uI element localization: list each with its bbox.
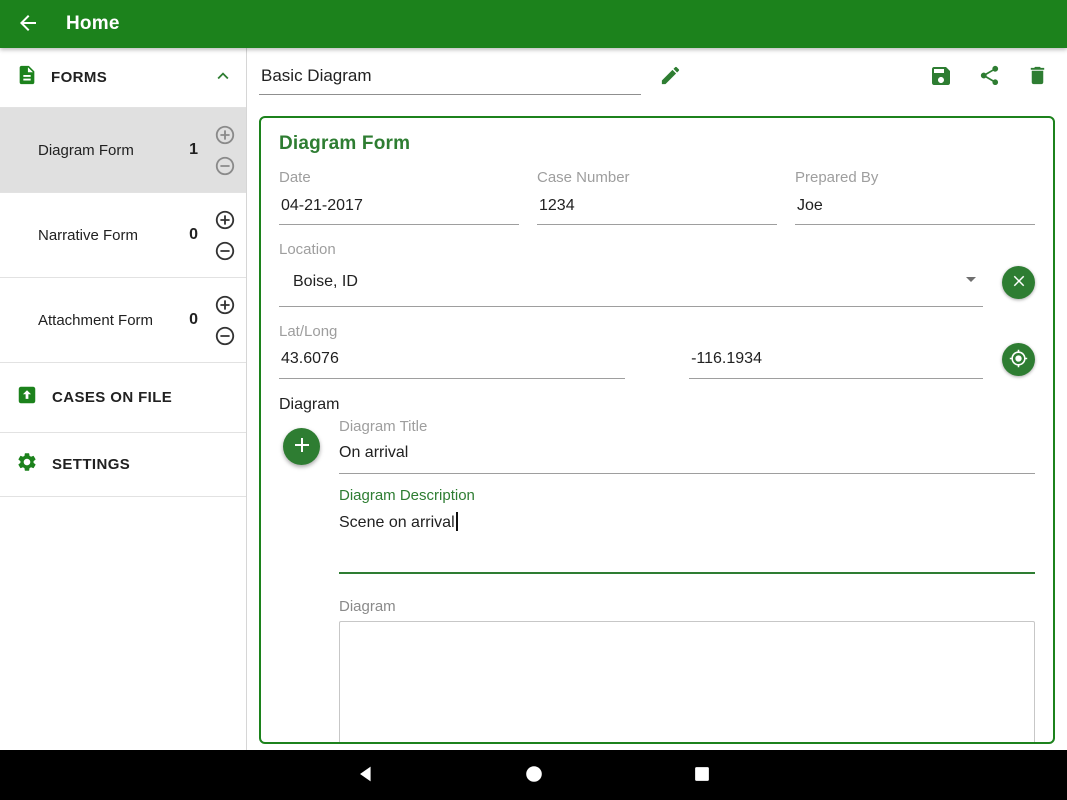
settings-label: SETTINGS	[52, 456, 130, 473]
nav-recents-button[interactable]	[691, 763, 713, 788]
remove-instance-button[interactable]	[214, 155, 236, 177]
sidebar-item-cases-on-file[interactable]: CASES ON FILE	[0, 362, 246, 432]
location-dropdown[interactable]: Boise, ID	[279, 258, 983, 307]
date-field[interactable]: Date 04-21-2017	[279, 169, 519, 225]
case-number-value[interactable]: 1234	[537, 186, 777, 225]
add-instance-button[interactable]	[214, 124, 236, 146]
nav-home-button[interactable]	[523, 763, 545, 788]
sidebar-item-attachment-form[interactable]: Attachment Form 0	[0, 277, 246, 362]
close-icon	[1010, 272, 1028, 293]
date-value[interactable]: 04-21-2017	[279, 186, 519, 225]
content-area: Diagram Form Date 04-21-2017 Case Number…	[247, 48, 1067, 750]
nav-back-triangle-icon	[355, 763, 377, 788]
prepared-by-label: Prepared By	[795, 169, 1035, 186]
pencil-icon	[659, 64, 682, 90]
location-label: Location	[279, 241, 1035, 258]
latitude-value[interactable]: 43.6076	[279, 340, 625, 379]
diagram-group: Diagram Title On arrival Diagram Descrip…	[279, 418, 1035, 744]
diagram-title-label: Diagram Title	[339, 418, 1035, 435]
sidebar-section-forms[interactable]: FORMS	[0, 48, 246, 107]
diagram-entry: Diagram Title On arrival Diagram Descrip…	[339, 418, 1035, 744]
add-instance-button[interactable]	[214, 209, 236, 231]
case-number-field[interactable]: Case Number 1234	[537, 169, 777, 225]
share-button[interactable]	[978, 64, 1001, 90]
document-icon	[16, 64, 38, 91]
nav-back-button[interactable]	[355, 763, 377, 788]
sidebar-item-label: Diagram Form	[38, 142, 189, 159]
text-cursor	[456, 512, 458, 531]
sidebar-item-diagram-form[interactable]: Diagram Form 1	[0, 107, 246, 192]
prepared-by-value[interactable]: Joe	[795, 186, 1035, 225]
forms-header-label: FORMS	[51, 69, 199, 86]
diagram-title-value[interactable]: On arrival	[339, 435, 1035, 474]
cases-upload-icon	[16, 384, 38, 411]
plus-icon	[290, 433, 314, 460]
main-area: FORMS Diagram Form 1	[0, 48, 1067, 750]
diagram-description-label: Diagram Description	[339, 487, 1035, 504]
trash-icon	[1026, 64, 1049, 90]
sidebar-item-label: Attachment Form	[38, 312, 189, 329]
location-row: Boise, ID	[279, 258, 1035, 307]
form-instance-count: 0	[189, 311, 198, 329]
location-value: Boise, ID	[293, 273, 959, 291]
app-root: Home FORMS Diagram Form 1	[0, 0, 1067, 800]
rename-button[interactable]	[659, 64, 682, 90]
form-title: Diagram Form	[279, 133, 1035, 155]
gps-locate-button[interactable]	[1002, 343, 1035, 376]
diagram-canvas[interactable]	[339, 621, 1035, 744]
delete-button[interactable]	[1026, 64, 1049, 90]
save-button[interactable]	[929, 64, 953, 91]
minus-circle-icon	[214, 240, 236, 262]
chevron-down-icon	[959, 267, 983, 296]
diagram-canvas-label: Diagram	[339, 598, 1035, 615]
page-title: Home	[66, 13, 120, 35]
back-button[interactable]	[16, 11, 40, 38]
sidebar-item-settings[interactable]: SETTINGS	[0, 432, 246, 497]
remove-instance-button[interactable]	[214, 240, 236, 262]
diagram-section-label: Diagram	[279, 396, 1035, 414]
clear-location-button[interactable]	[1002, 266, 1035, 299]
collapse-forms-button[interactable]	[212, 65, 234, 90]
save-icon	[929, 64, 953, 91]
plus-circle-icon	[214, 209, 236, 231]
form-instance-count: 0	[189, 226, 198, 244]
cases-label: CASES ON FILE	[52, 389, 172, 406]
sidebar-item-label: Narrative Form	[38, 227, 189, 244]
form-toolbar	[247, 48, 1067, 106]
add-diagram-button[interactable]	[283, 428, 320, 465]
arrow-back-icon	[16, 11, 40, 38]
chevron-up-icon	[212, 65, 234, 90]
remove-instance-button[interactable]	[214, 325, 236, 347]
plus-circle-icon	[214, 294, 236, 316]
form-name-input[interactable]	[259, 60, 641, 95]
date-label: Date	[279, 169, 519, 186]
minus-circle-icon	[214, 155, 236, 177]
gear-icon	[16, 451, 38, 478]
my-location-icon	[1009, 349, 1028, 371]
app-bar: Home	[0, 0, 1067, 48]
form-instance-count: 1	[189, 141, 198, 159]
minus-circle-icon	[214, 325, 236, 347]
diagram-description-input[interactable]: Scene on arrival	[339, 504, 1035, 574]
plus-circle-icon	[214, 124, 236, 146]
field-row: Date 04-21-2017 Case Number 1234 Prepare…	[279, 169, 1035, 225]
nav-recents-square-icon	[691, 763, 713, 788]
diagram-form-panel: Diagram Form Date 04-21-2017 Case Number…	[259, 116, 1055, 744]
case-number-label: Case Number	[537, 169, 777, 186]
diagram-description-value: Scene on arrival	[339, 514, 455, 531]
android-nav-bar	[0, 750, 1067, 800]
prepared-by-field[interactable]: Prepared By Joe	[795, 169, 1035, 225]
add-instance-button[interactable]	[214, 294, 236, 316]
share-icon	[978, 64, 1001, 90]
longitude-value[interactable]: -116.1934	[689, 340, 983, 379]
latlong-label: Lat/Long	[279, 323, 1035, 340]
latlong-row: 43.6076 -116.1934	[279, 340, 1035, 379]
sidebar: FORMS Diagram Form 1	[0, 48, 247, 750]
sidebar-item-narrative-form[interactable]: Narrative Form 0	[0, 192, 246, 277]
nav-home-circle-icon	[523, 763, 545, 788]
